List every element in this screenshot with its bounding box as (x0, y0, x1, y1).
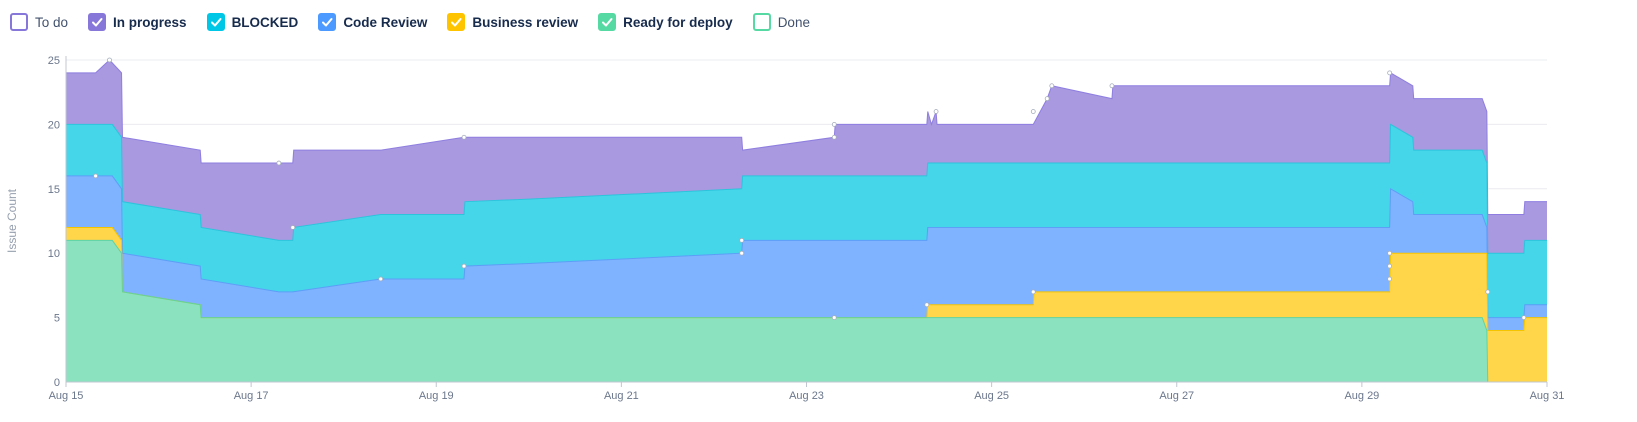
data-point-marker[interactable] (461, 263, 467, 269)
x-tick-label: Aug 15 (49, 390, 84, 402)
data-point-marker[interactable] (461, 134, 467, 140)
data-point-marker[interactable] (831, 122, 837, 127)
data-point-marker[interactable] (1049, 83, 1055, 89)
data-point-marker[interactable] (739, 250, 745, 256)
x-tick-label: Aug 21 (604, 390, 639, 402)
y-tick-label: 25 (48, 55, 60, 67)
x-tick-label: Aug 17 (234, 390, 269, 402)
data-point-marker[interactable] (1044, 96, 1050, 102)
cumulative-flow-chart: 0 5 10 15 20 25 Aug 15 Aug 17 Aug 19 Aug 21 Aug 23… (5, 55, 1565, 402)
data-point-marker[interactable] (831, 134, 837, 140)
x-tick-label: Aug 23 (789, 390, 824, 402)
data-point-marker[interactable] (290, 225, 296, 230)
x-tick-label: Aug 29 (1344, 390, 1379, 402)
data-point-marker[interactable] (1387, 70, 1393, 76)
data-point-marker[interactable] (1109, 83, 1115, 89)
y-axis-title: Issue Count (5, 188, 19, 253)
y-tick-label: 5 (54, 313, 60, 325)
data-point-marker[interactable] (933, 109, 939, 114)
data-point-marker[interactable] (1387, 263, 1393, 269)
data-point-marker[interactable] (1387, 250, 1393, 256)
y-tick-label: 15 (48, 184, 60, 196)
data-point-marker[interactable] (1485, 289, 1491, 295)
data-point-marker[interactable] (93, 173, 99, 179)
y-tick-label: 20 (48, 119, 60, 131)
data-point-marker[interactable] (739, 237, 745, 243)
y-tick-label: 0 (54, 377, 60, 389)
x-tick-label: Aug 31 (1530, 390, 1565, 402)
data-point-marker[interactable] (1387, 276, 1393, 282)
data-point-marker[interactable] (1030, 109, 1036, 114)
data-point-marker[interactable] (831, 315, 837, 321)
x-tick-label: Aug 27 (1159, 390, 1194, 402)
x-tick-label: Aug 25 (974, 390, 1009, 402)
data-point-marker[interactable] (924, 302, 930, 308)
data-point-marker[interactable] (378, 276, 384, 282)
data-point-marker[interactable] (107, 57, 112, 63)
x-tick-label: Aug 19 (419, 390, 454, 402)
data-point-marker[interactable] (1521, 315, 1527, 321)
data-point-marker[interactable] (1030, 289, 1036, 295)
data-point-marker[interactable] (276, 160, 282, 166)
y-tick-label: 10 (48, 248, 60, 260)
